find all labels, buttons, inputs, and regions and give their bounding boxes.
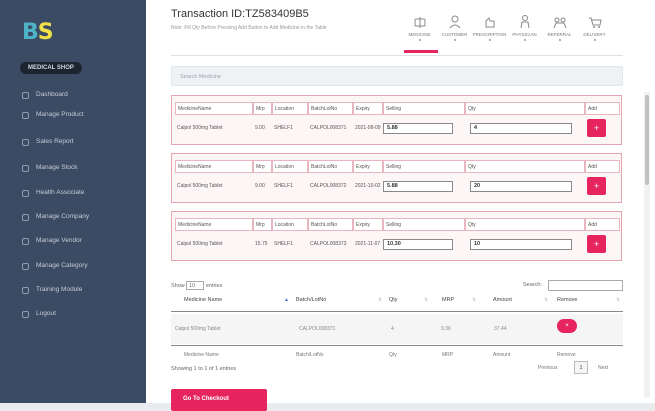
box-icon <box>22 111 29 119</box>
qty-input[interactable]: 4 <box>470 123 572 134</box>
qty-input[interactable]: 10 <box>470 239 572 250</box>
logout-icon <box>22 310 29 318</box>
col-header-qty[interactable]: Qty <box>389 297 398 303</box>
checkout-button[interactable]: Go To Checkout <box>171 389 267 411</box>
sidebar-item-health-associate[interactable]: Health Associate <box>22 186 84 200</box>
col-header-batch[interactable]: Batch/LotNo <box>296 297 326 303</box>
cell-medicine-name: Calpol 500mg Tablet <box>175 326 221 332</box>
cell-qty: 4 <box>391 326 394 332</box>
sort-icon: ⇅ <box>378 297 383 303</box>
app-logo[interactable]: BS <box>22 20 54 45</box>
sidebar-item-manage-product[interactable]: Manage Product <box>22 108 84 122</box>
role-badge: MEDICAL SHOP <box>20 62 82 74</box>
qty-input[interactable]: 20 <box>470 181 572 192</box>
next-page-button[interactable]: Next <box>598 365 608 371</box>
scrollbar-thumb[interactable] <box>645 95 649 185</box>
table-info: Showing 1 to 1 of 1 entries <box>171 366 237 372</box>
person-icon <box>449 15 460 29</box>
book-icon <box>22 286 29 294</box>
selling-price-input[interactable]: 5.88 <box>383 181 453 192</box>
main-content: Transaction ID:TZ583409B5 Note: Fill Qty… <box>146 0 655 411</box>
sort-icon: ⇅ <box>472 297 477 303</box>
sidebar-item-manage-vendor[interactable]: Manage Vendor <box>22 234 82 248</box>
dashboard-icon <box>22 91 29 99</box>
card-header-row: MedicineName Mrp Location BatchLotNo Exp… <box>175 218 620 231</box>
selling-price-input[interactable]: 10.30 <box>383 239 453 250</box>
col-header-remove[interactable]: Remove <box>557 297 577 303</box>
entries-length-control: Show 10 entries <box>171 281 223 290</box>
medicine-card: MedicineName Mrp Location BatchLotNo Exp… <box>171 211 622 261</box>
doctor-icon <box>520 15 529 29</box>
add-button[interactable]: + <box>587 235 606 253</box>
sidebar-item-manage-category[interactable]: Manage Category <box>22 259 88 273</box>
step-tabs: MEDICINE CUSTOMER PRESCRIPTION PHYSICIAN… <box>408 14 606 41</box>
tab-prescription[interactable]: PRESCRIPTION <box>473 14 506 41</box>
referral-icon <box>553 17 566 29</box>
add-button[interactable]: + <box>587 177 606 195</box>
cart-icon <box>588 17 602 28</box>
page-title: Transaction ID:TZ583409B5 <box>171 8 309 20</box>
entries-select[interactable]: 10 <box>186 281 205 290</box>
sort-asc-icon: ▲ <box>284 297 289 303</box>
tab-delivery[interactable]: DELIVERY <box>583 14 606 41</box>
sidebar-item-training-module[interactable]: Training Module <box>22 283 82 297</box>
cell-mrp: 9.36 <box>441 326 451 332</box>
sidebar-item-dashboard[interactable]: Dashboard <box>22 88 68 102</box>
cell-batch: CALPOL008371 <box>299 326 336 332</box>
card-header-row: MedicineName Mrp Location BatchLotNo Exp… <box>175 160 620 173</box>
active-tab-indicator <box>404 50 438 53</box>
selling-price-input[interactable]: 5.88 <box>383 123 453 134</box>
col-header-amount[interactable]: Amount <box>493 297 512 303</box>
sidebar: BS MEDICAL SHOP Dashboard Manage Product… <box>0 0 146 403</box>
sidebar-item-sales-report[interactable]: Sales Report <box>22 135 74 149</box>
building-icon <box>22 213 29 221</box>
header-divider <box>171 55 623 56</box>
sidebar-item-manage-stock[interactable]: Manage Stock <box>22 161 78 175</box>
hand-icon <box>485 17 494 28</box>
stock-icon <box>22 164 29 172</box>
tab-physician[interactable]: PHYSICIAN <box>512 14 537 41</box>
table-row <box>171 314 623 344</box>
truck-icon <box>22 237 29 245</box>
table-search-input[interactable] <box>548 280 623 291</box>
tab-medicine[interactable]: MEDICINE <box>408 14 431 41</box>
remove-button[interactable]: × <box>557 319 577 333</box>
medicine-card: MedicineName Mrp Location BatchLotNo Exp… <box>171 95 622 145</box>
user-icon <box>22 189 29 197</box>
header-divider <box>171 311 623 312</box>
sidebar-item-manage-company[interactable]: Manage Company <box>22 210 89 224</box>
sort-icon: ⇅ <box>544 297 549 303</box>
sort-icon: ⇅ <box>616 297 621 303</box>
tab-customer[interactable]: CUSTOMER <box>442 14 467 41</box>
page-subtitle: Note: Fill Qty Before Pressing Add Butto… <box>171 25 327 31</box>
tab-referral[interactable]: REFERRAL <box>548 14 572 41</box>
previous-page-button[interactable]: Previous <box>538 365 557 371</box>
sidebar-item-logout[interactable]: Logout <box>22 307 56 321</box>
page-1-button[interactable]: 1 <box>574 361 588 374</box>
col-header-mrp[interactable]: MRP <box>442 297 454 303</box>
medicine-card: MedicineName Mrp Location BatchLotNo Exp… <box>171 153 622 203</box>
col-header-medicine-name[interactable]: Medicine Name <box>184 297 222 303</box>
pill-icon <box>414 17 425 28</box>
card-header-row: MedicineName Mrp Location BatchLotNo Exp… <box>175 102 620 115</box>
tag-icon <box>22 262 29 270</box>
chart-icon <box>22 138 29 146</box>
medicine-search-input[interactable]: Search Medicine <box>171 66 623 86</box>
search-label: Search: <box>523 282 542 288</box>
footer-divider <box>171 345 623 346</box>
sort-icon: ⇅ <box>424 297 429 303</box>
cell-amount: 37.44 <box>494 326 507 332</box>
add-button[interactable]: + <box>587 119 606 137</box>
